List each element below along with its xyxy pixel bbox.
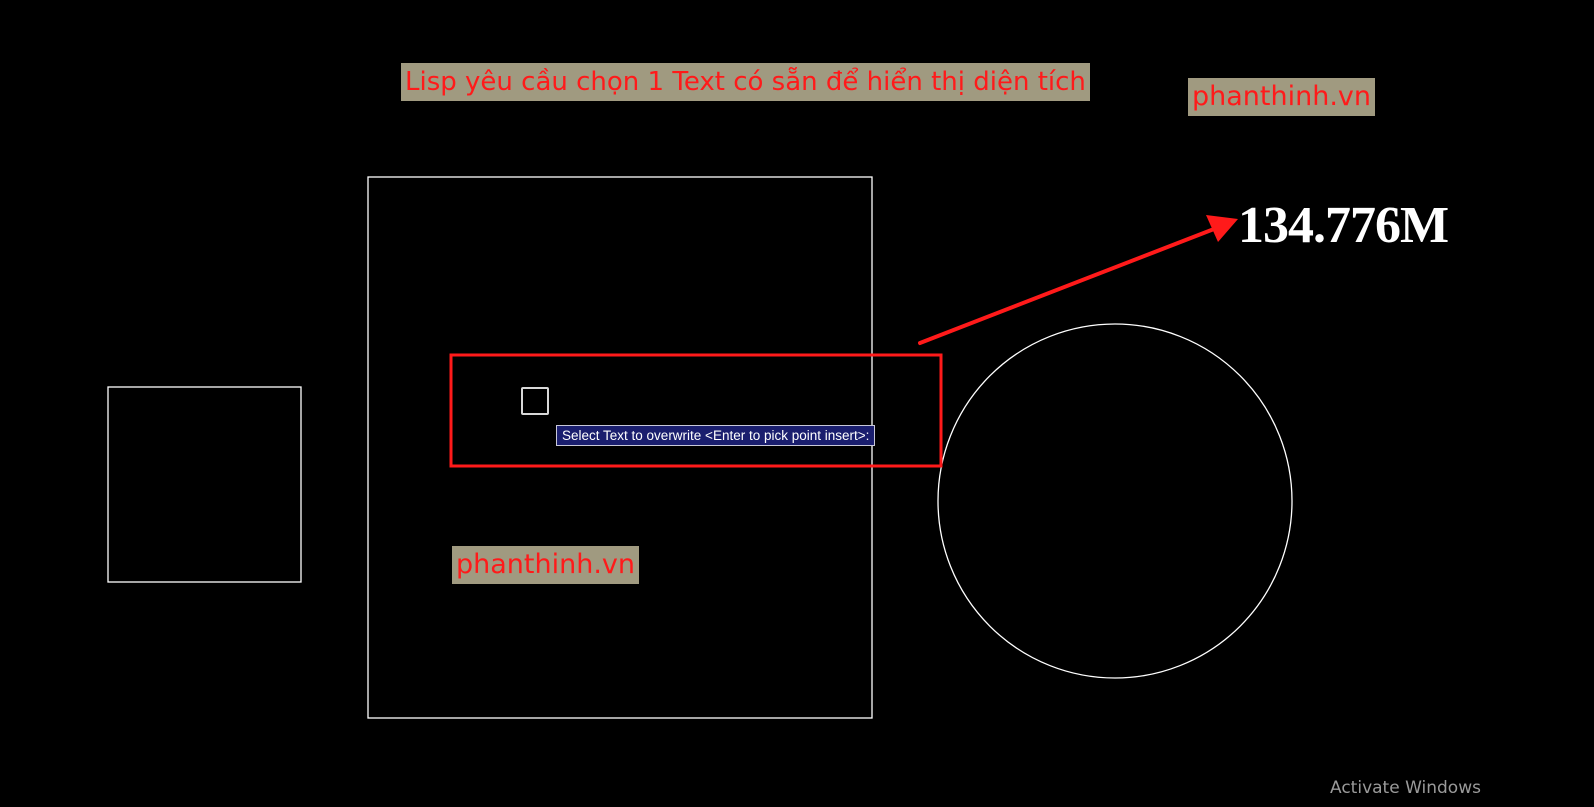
arrow-icon bbox=[918, 215, 1238, 345]
watermark-middle: phanthinh.vn bbox=[452, 546, 640, 584]
activate-windows-notice: Activate Windows bbox=[1330, 778, 1481, 798]
small-square-shape[interactable] bbox=[107, 386, 302, 583]
circle-shape[interactable] bbox=[937, 323, 1293, 679]
large-rectangle-shape[interactable] bbox=[367, 176, 873, 719]
watermark-top: phanthinh.vn bbox=[1188, 78, 1376, 116]
command-prompt-tooltip: Select Text to overwrite <Enter to pick … bbox=[556, 425, 876, 446]
instruction-caption: Lisp yêu cầu chọn 1 Text có sẵn để hiển … bbox=[401, 63, 1090, 101]
pickbox-cursor-icon bbox=[521, 387, 549, 415]
area-value-text[interactable]: 134.776M bbox=[1238, 196, 1449, 256]
cad-drawing-canvas[interactable]: Lisp yêu cầu chọn 1 Text có sẵn để hiển … bbox=[0, 0, 1594, 807]
drawing-geometry bbox=[107, 176, 1293, 719]
